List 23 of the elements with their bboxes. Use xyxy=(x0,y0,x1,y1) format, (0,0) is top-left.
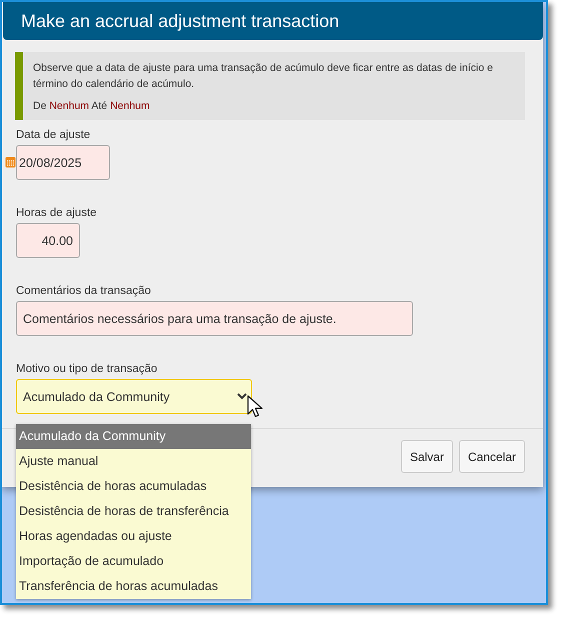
dropdown-option[interactable]: Acumulado da Community xyxy=(16,424,251,449)
dropdown-option[interactable]: Desistência de horas de transferência xyxy=(16,499,251,524)
save-button[interactable]: Salvar xyxy=(400,440,453,473)
field-label: Horas de ajuste xyxy=(16,207,97,219)
hours-field[interactable]: 40.00 xyxy=(16,223,80,258)
dropdown-option[interactable]: Desistência de horas acumuladas xyxy=(16,474,251,499)
chevron-down-icon xyxy=(237,393,247,400)
date-field[interactable]: 20/08/2025 xyxy=(16,145,110,180)
date-range-text: De Nenhum Até Nenhum xyxy=(33,100,151,112)
field-label: Data de ajuste xyxy=(16,129,90,141)
dropdown-option[interactable]: Transferência de horas acumuladas xyxy=(16,574,251,599)
dropdown-option[interactable]: Horas agendadas ou ajuste xyxy=(16,524,251,549)
comment-field[interactable]: Comentários necessários para uma transação de ajuste. xyxy=(16,301,413,336)
field-label: Comentários da transação xyxy=(16,285,151,297)
dropdown-option[interactable]: Ajuste manual xyxy=(16,449,251,474)
dialog-title: Make an accrual adjustment transaction xyxy=(21,10,340,32)
reason-select[interactable]: Acumulado da Community xyxy=(16,379,252,414)
mouse-pointer-icon xyxy=(247,395,263,419)
field-label: Motivo ou tipo de transação xyxy=(16,363,158,375)
notice-text: Observe que a data de ajuste para uma transação de acúmulo deve ficar entre as datas de início e término do calendário de acúmulo. xyxy=(33,61,494,92)
dropdown-option[interactable]: Importação de acumulado xyxy=(16,549,251,574)
cancel-button[interactable]: Cancelar xyxy=(458,440,525,473)
calendar-icon[interactable] xyxy=(5,156,16,168)
